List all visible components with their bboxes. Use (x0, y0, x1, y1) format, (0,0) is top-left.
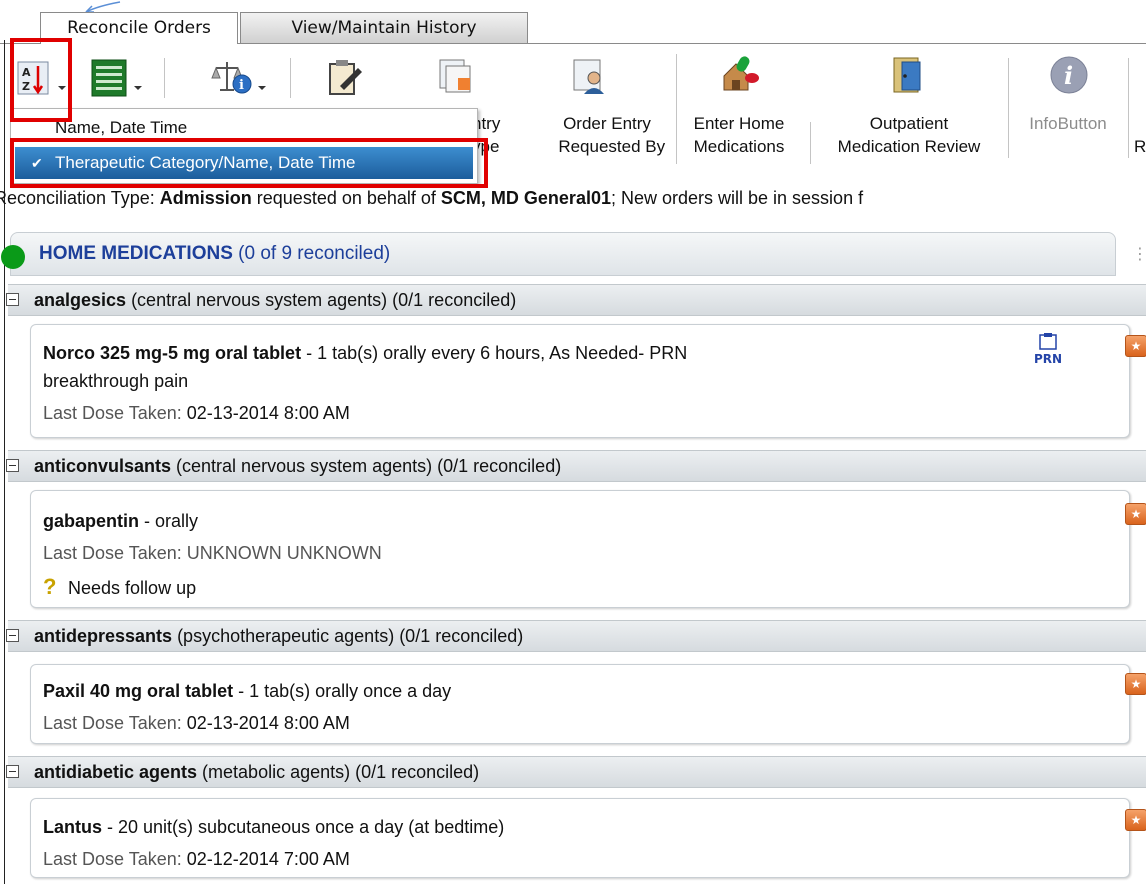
medication-sig-continued: breakthrough pain (43, 371, 189, 391)
medication-line: Paxil 40 mg oral tablet - 1 tab(s) orall… (43, 681, 452, 701)
enter-home-medications-line1: Enter Home (693, 114, 785, 133)
order-person-icon (573, 59, 604, 94)
balance-info-button[interactable]: i (206, 56, 270, 100)
last-dose-line: Last Dose Taken: 02-13-2014 8:00 AM (43, 713, 350, 733)
medication-card-paxil[interactable]: Paxil 40 mg oral tablet - 1 tab(s) orall… (30, 664, 1146, 744)
door-review-icon (893, 57, 921, 93)
category-label: analgesics (central nervous system agent… (34, 290, 517, 310)
info-prefix: Reconciliation Type: (0, 188, 160, 208)
window-left-border (4, 40, 5, 884)
info-icon: i (1050, 56, 1088, 94)
info-suffix: ; New orders will be in session f (610, 188, 864, 208)
requesting-provider: SCM, MD General01 (440, 188, 611, 208)
home-medications-header[interactable]: HOME MEDICATIONS (0 of 9 reconciled) (1, 232, 1116, 276)
order-entry-type-button[interactable] (434, 56, 494, 100)
toolbar-separator (1008, 58, 1009, 158)
question-mark-icon: ? (43, 574, 57, 599)
medication-card-lantus[interactable]: Lantus - 20 unit(s) subcutaneous once a … (30, 798, 1146, 878)
tab-view-maintain-history[interactable]: View/Maintain History (240, 12, 528, 44)
medication-line: gabapentin - orally (43, 511, 199, 531)
category-label: anticonvulsants (central nervous system … (34, 456, 562, 476)
prn-clipboard-icon: PRN (1034, 333, 1062, 366)
medication-card-norco[interactable]: Norco 325 mg-5 mg oral tablet - 1 tab(s)… (30, 324, 1146, 438)
medication-card-gabapentin[interactable]: gabapentin - orally Last Dose Taken: UNK… (30, 490, 1146, 608)
enter-home-medications-label: Enter Home Medications (674, 112, 804, 158)
status-dot-icon (1, 245, 25, 269)
toolbar-separator (1128, 58, 1129, 158)
favorite-star-icon[interactable]: ★ (1125, 335, 1146, 357)
infobutton-button[interactable]: i (1046, 54, 1090, 100)
favorite-star-icon[interactable]: ★ (1125, 503, 1146, 525)
toolbar-separator (164, 58, 165, 98)
section-title-text: HOME MEDICATIONS (39, 243, 233, 264)
category-header-anticonvulsants[interactable]: anticonvulsants (central nervous system … (6, 450, 1146, 482)
enter-home-medications-button[interactable] (716, 54, 762, 100)
category-label: antidepressants (psychotherapeutic agent… (34, 626, 524, 646)
medication-line: Lantus - 20 unit(s) subcutaneous once a … (43, 817, 505, 837)
toolbar-separator (810, 122, 811, 164)
outpatient-medication-review-button[interactable] (886, 54, 930, 100)
favorite-star-icon[interactable]: ★ (1125, 809, 1146, 831)
tab-bar: Reconcile Orders View/Maintain History (0, 0, 1146, 44)
last-dose-line: Last Dose Taken: 02-13-2014 8:00 AM (43, 403, 350, 423)
favorite-star-icon[interactable]: ★ (1125, 673, 1146, 695)
order-entry-requested-label: Order Entry Requested By (534, 112, 680, 158)
collapse-icon[interactable] (6, 459, 19, 472)
collapse-icon[interactable] (6, 629, 19, 642)
highlight-selected-menu-item (10, 138, 488, 188)
order-entry-requested-button[interactable] (568, 56, 616, 100)
collapse-icon[interactable] (6, 765, 19, 778)
svg-text:PRN: PRN (1034, 352, 1062, 366)
outpatient-medication-review-line2: Medication Review (837, 137, 981, 156)
order-forms-icon (439, 59, 471, 93)
medication-line: Norco 325 mg-5 mg oral tablet - 1 tab(s)… (43, 343, 688, 363)
category-header-antidiabetic[interactable]: antidiabetic agents (metabolic agents) (… (6, 756, 1146, 788)
svg-text:i: i (1064, 61, 1073, 90)
section-count: (0 of 9 reconciled) (232, 243, 391, 264)
infobutton-label: InfoButton (1029, 114, 1107, 133)
last-dose-line: Last Dose Taken: 02-12-2014 7:00 AM (43, 849, 350, 869)
outpatient-medication-review-label: Outpatient Medication Review (814, 112, 1004, 158)
home-pills-icon (723, 56, 759, 91)
cut-off-toolbar-label: R (1134, 137, 1146, 156)
balance-scale-icon: i (211, 62, 266, 94)
highlight-sort-button (10, 38, 72, 122)
spreadsheet-icon (91, 59, 142, 97)
category-label: antidiabetic agents (metabolic agents) (… (34, 762, 480, 782)
order-entry-requested-line2: Requested By (548, 137, 666, 156)
order-entry-type-line1: ntry (472, 114, 501, 133)
collapse-icon[interactable] (6, 293, 19, 306)
reconcile-orders-screen: Reconcile Orders View/Maintain History A… (0, 0, 1146, 884)
section-title: HOME MEDICATIONS (0 of 9 reconciled) (39, 243, 390, 265)
clipboard-edit-icon (329, 60, 362, 95)
order-entry-requested-line1: Order Entry (563, 114, 651, 133)
category-header-analgesics[interactable]: analgesics (central nervous system agent… (6, 284, 1146, 316)
reconciliation-info-line: Reconciliation Type: Admission requested… (0, 184, 1146, 212)
enter-home-medications-line2: Medications (693, 137, 785, 156)
info-middle: requested on behalf of (251, 188, 441, 208)
edit-button[interactable] (324, 56, 368, 100)
toolbar-separator (290, 58, 291, 98)
reconciliation-type: Admission (159, 188, 252, 208)
last-dose-line: Last Dose Taken: UNKNOWN UNKNOWN (43, 543, 382, 563)
layout-button[interactable] (88, 56, 148, 100)
category-header-antidepressants[interactable]: antidepressants (psychotherapeutic agent… (6, 620, 1146, 652)
follow-up-line: ? Needs follow up (43, 574, 197, 599)
svg-text:i: i (239, 78, 244, 93)
outpatient-medication-review-line1: Outpatient (869, 114, 949, 133)
grip-icon[interactable]: ⋮ (1132, 244, 1146, 263)
